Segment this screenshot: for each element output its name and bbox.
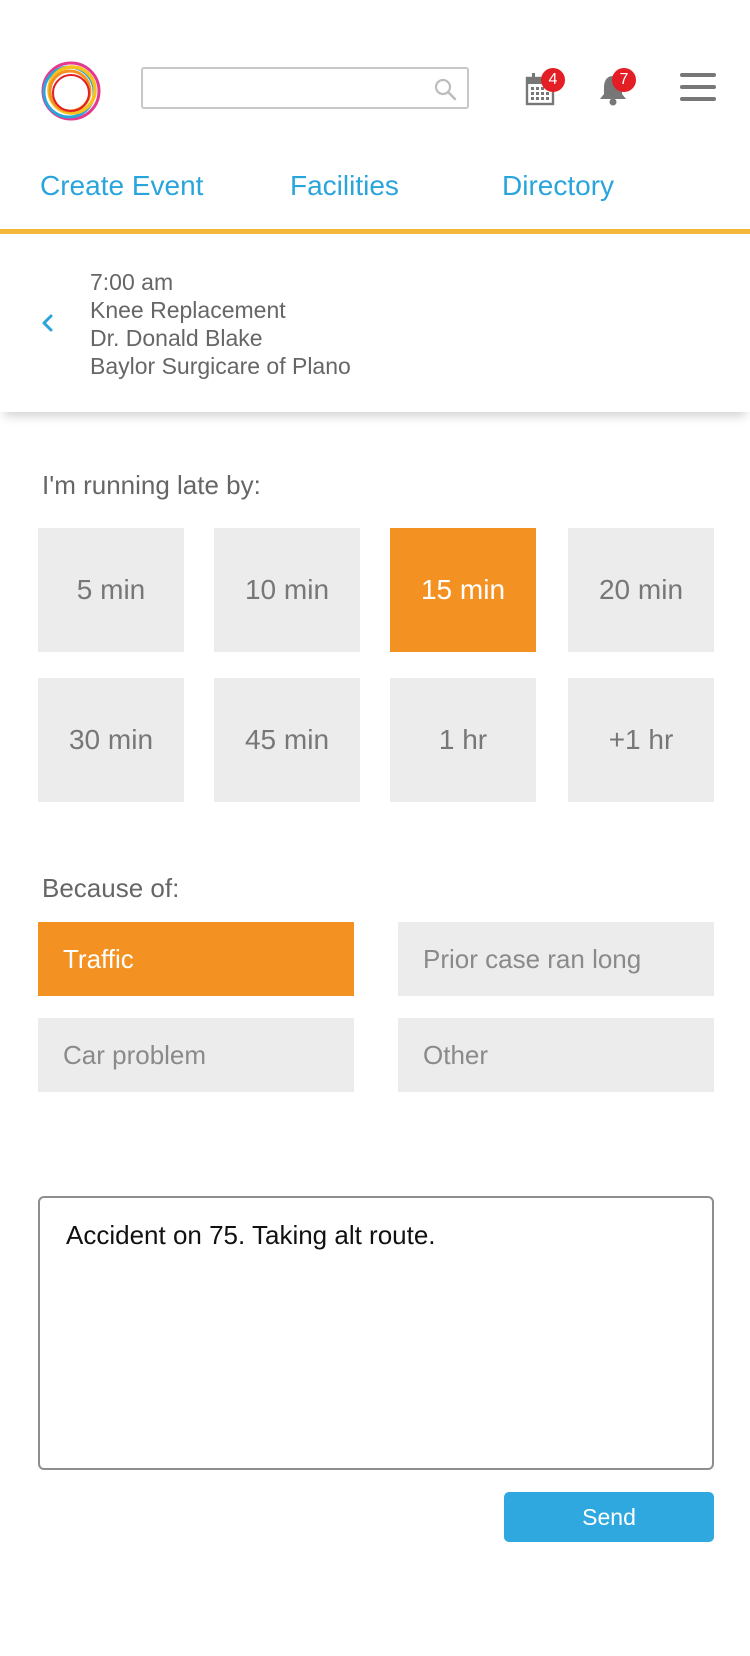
calendar-badge: 4 bbox=[541, 68, 565, 92]
event-doctor: Dr. Donald Blake bbox=[90, 325, 263, 351]
late-option-45-min[interactable]: 45 min bbox=[214, 678, 360, 802]
search-icon[interactable] bbox=[433, 77, 457, 101]
search-input[interactable] bbox=[143, 69, 443, 107]
message-textarea[interactable]: Accident on 75. Taking alt route. bbox=[38, 1196, 714, 1470]
reason-label: Because of: bbox=[42, 873, 180, 903]
event-facility: Baylor Surgicare of Plano bbox=[90, 353, 351, 379]
late-option-plus-1-hr[interactable]: +1 hr bbox=[568, 678, 714, 802]
chevron-left-icon[interactable] bbox=[38, 311, 58, 335]
late-option-15-min[interactable]: 15 min bbox=[390, 528, 536, 652]
reason-option-prior-case[interactable]: Prior case ran long bbox=[398, 922, 714, 996]
event-procedure: Knee Replacement bbox=[90, 297, 286, 323]
notifications-badge: 7 bbox=[612, 68, 636, 92]
send-button[interactable]: Send bbox=[504, 1492, 714, 1542]
tab-create-event[interactable]: Create Event bbox=[40, 170, 203, 202]
event-time: 7:00 am bbox=[90, 269, 174, 295]
hamburger-menu-icon[interactable] bbox=[680, 71, 716, 103]
late-notice-screen: 4 7 Create Event Facilities Directory 7:… bbox=[0, 0, 750, 1656]
late-label: I'm running late by: bbox=[42, 470, 261, 500]
event-details: 7:00 am Knee Replacement Dr. Donald Blak… bbox=[90, 268, 351, 380]
late-option-30-min[interactable]: 30 min bbox=[38, 678, 184, 802]
late-option-1-hr[interactable]: 1 hr bbox=[390, 678, 536, 802]
notifications-button[interactable]: 7 bbox=[598, 68, 636, 106]
reason-option-traffic[interactable]: Traffic bbox=[38, 922, 354, 996]
tab-directory[interactable]: Directory bbox=[502, 170, 614, 202]
app-logo-icon[interactable] bbox=[38, 58, 104, 124]
tab-facilities[interactable]: Facilities bbox=[290, 170, 399, 202]
late-option-5-min[interactable]: 5 min bbox=[38, 528, 184, 652]
reason-option-other[interactable]: Other bbox=[398, 1018, 714, 1092]
calendar-button[interactable]: 4 bbox=[525, 68, 565, 106]
event-summary-card: 7:00 am Knee Replacement Dr. Donald Blak… bbox=[0, 234, 750, 412]
search-box[interactable] bbox=[141, 67, 469, 109]
late-option-10-min[interactable]: 10 min bbox=[214, 528, 360, 652]
late-option-20-min[interactable]: 20 min bbox=[568, 528, 714, 652]
reason-option-car-problem[interactable]: Car problem bbox=[38, 1018, 354, 1092]
